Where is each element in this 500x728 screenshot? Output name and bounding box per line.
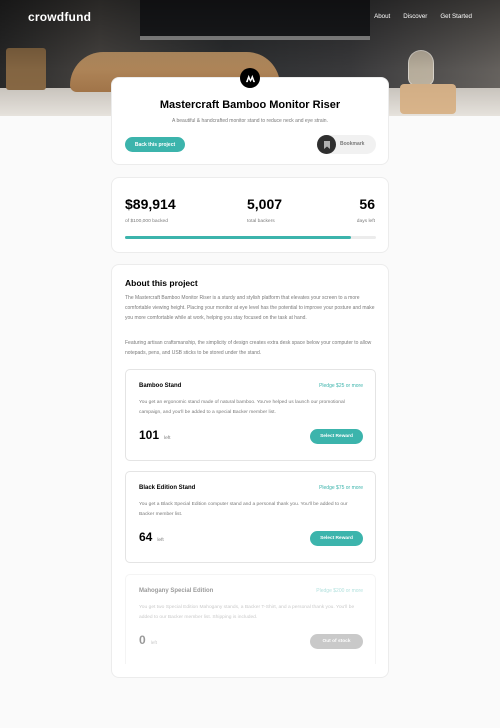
bookmark-icon [317, 135, 336, 154]
reward-description: You get two Special Edition Mahogany sta… [139, 605, 355, 620]
reward-description: You get a Black Special Edition computer… [139, 502, 348, 517]
about-paragraph-1: The Mastercraft Bamboo Monitor Riser is … [125, 295, 375, 321]
nav-get-started[interactable]: Get Started [440, 13, 472, 20]
out-of-stock-button: Out of stock [310, 634, 363, 649]
reward-left-label: left [164, 436, 171, 441]
stat-backers: 5,007 total backers [247, 196, 282, 224]
nav-discover[interactable]: Discover [403, 13, 427, 20]
site-logo[interactable]: crowdfund [28, 10, 91, 24]
days-label: days left [356, 219, 375, 224]
about-title: About this project [125, 278, 198, 288]
days-count: 56 [359, 196, 375, 212]
mastercraft-logo-icon [240, 68, 260, 88]
reward-card-bamboo: Bamboo Stand Pledge $25 or more You get … [125, 369, 376, 461]
reward-name: Black Edition Stand [139, 485, 196, 491]
reward-pledge: Pledge $25 or more [319, 383, 363, 389]
backed-label: of $100,000 backed [125, 219, 168, 224]
stat-backed: $89,914 of $100,000 backed [125, 196, 176, 224]
reward-left-label: left [150, 641, 158, 646]
project-subtitle: A beautiful & handcrafted monitor stand … [172, 118, 328, 124]
reward-count: 101 [139, 428, 160, 442]
reward-stock: 64 left [139, 530, 164, 544]
reward-pledge: Pledge $75 or more [319, 485, 363, 491]
nav-about[interactable]: About [374, 13, 390, 20]
bookmark-button[interactable]: Bookmark [317, 135, 376, 154]
reward-stock: 101 left [139, 428, 170, 442]
backed-amount: $89,914 [125, 196, 176, 212]
reward-card-black-edition: Black Edition Stand Pledge $75 or more Y… [125, 471, 376, 563]
reward-pledge: Pledge $200 or more [316, 588, 363, 594]
reward-left-label: left [157, 538, 164, 543]
select-reward-button[interactable]: Select Reward [310, 531, 363, 546]
reward-description: You get an ergonomic stand made of natur… [139, 400, 345, 415]
funding-progress-bar [125, 236, 376, 239]
reward-card-mahogany: Mahogany Special Edition Pledge $200 or … [125, 574, 376, 664]
about-paragraph-2: Featuring artisan craftsmanship, the sim… [125, 340, 372, 356]
mastercraft-logo-glyph [245, 74, 255, 82]
backers-count: 5,007 [247, 196, 283, 212]
stats-card: $89,914 of $100,000 backed 5,007 total b… [111, 177, 389, 253]
stat-days: 56 days left [357, 196, 375, 224]
bookmark-glyph [323, 140, 330, 149]
reward-count: 0 [139, 633, 146, 647]
main-nav: About Discover Get Started [374, 13, 472, 20]
project-card: Mastercraft Bamboo Monitor Riser A beaut… [111, 77, 389, 165]
funding-progress-fill [125, 236, 351, 239]
select-reward-button[interactable]: Select Reward [310, 429, 363, 444]
about-card: About this project The Mastercraft Bambo… [111, 264, 389, 678]
backers-label: total backers [247, 219, 275, 224]
back-project-button[interactable]: Back this project [125, 137, 185, 152]
reward-name: Bamboo Stand [139, 383, 182, 389]
bookmark-label: Bookmark [340, 141, 365, 147]
reward-count: 64 [139, 530, 153, 544]
project-title: Mastercraft Bamboo Monitor Riser [159, 99, 341, 111]
reward-stock: 0 left [139, 633, 157, 647]
reward-name: Mahogany Special Edition [139, 588, 214, 594]
